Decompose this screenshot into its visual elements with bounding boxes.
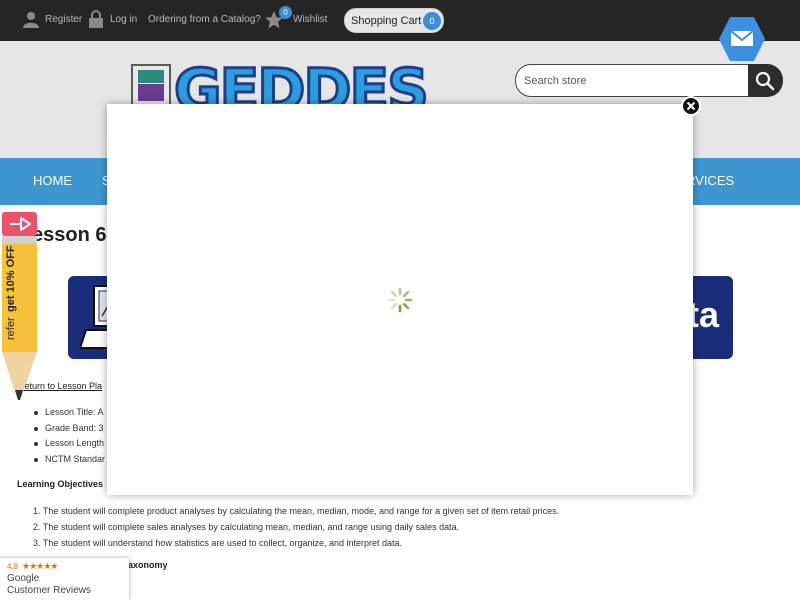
logo-emblem[interactable] [131,64,171,106]
nav-item-services[interactable]: RVICES [686,173,734,188]
search-input[interactable] [515,64,750,97]
top-bar: Register Log in Ordering from a Catalog?… [0,0,800,41]
review-subtitle: Customer Reviews [7,585,91,596]
shopping-cart-button[interactable]: Shopping Cart 0 [344,8,444,33]
referral-text-discount: get 10% OFF [5,245,17,312]
search-button[interactable] [748,64,783,97]
logo-emblem-bottom [138,84,164,101]
list-item: Lesson Title: A [34,405,105,421]
catalog-link[interactable]: Ordering from a Catalog? [148,14,261,25]
objectives-list: 1. The student will complete product ana… [33,503,559,551]
logo-emblem-top [138,70,164,83]
user-icon [23,12,39,28]
cart-label: Shopping Cart [351,15,422,27]
list-item: NCTM Standar [34,452,105,468]
referral-tab[interactable]: refer get 10% OFF [0,212,40,402]
lesson-details-list: Lesson Title: A Grade Band: 3 Lesson Len… [34,405,105,467]
loading-spinner-icon [387,287,413,313]
review-rating: 4.8 [7,562,19,571]
page-title: esson 6: [32,224,114,246]
referral-text-refer: refer [5,317,17,340]
list-item: Grade Band: 3 [34,421,105,437]
list-item: 2. The student will complete sales analy… [33,522,460,532]
list-item: 1. The student will complete product ana… [33,506,560,516]
nav-item-home[interactable]: HOME [33,173,72,188]
close-icon [681,96,701,116]
mail-icon [719,17,765,61]
google-reviews-badge[interactable]: 4.8 ★★★★★ Google Customer Reviews [0,558,129,600]
login-link[interactable]: Log in [110,14,137,25]
learning-objectives-heading: Learning Objectives [17,479,104,489]
taxonomy-heading: axonomy [128,560,168,570]
cart-count-badge: 0 [423,12,441,30]
wishlist-link[interactable]: Wishlist [293,14,327,25]
contact-mail-button[interactable] [718,16,766,62]
lock-icon [89,10,103,28]
review-stars-icon: ★★★★★ [22,561,58,571]
search-icon [755,71,775,91]
list-item: 3. The student will understand how stati… [33,538,403,548]
modal-close-button[interactable] [681,96,701,116]
register-link[interactable]: Register [45,14,82,25]
wishlist-count-badge: 0 [279,6,292,19]
review-provider: Google [7,573,40,584]
list-item: Lesson Length [34,436,105,452]
